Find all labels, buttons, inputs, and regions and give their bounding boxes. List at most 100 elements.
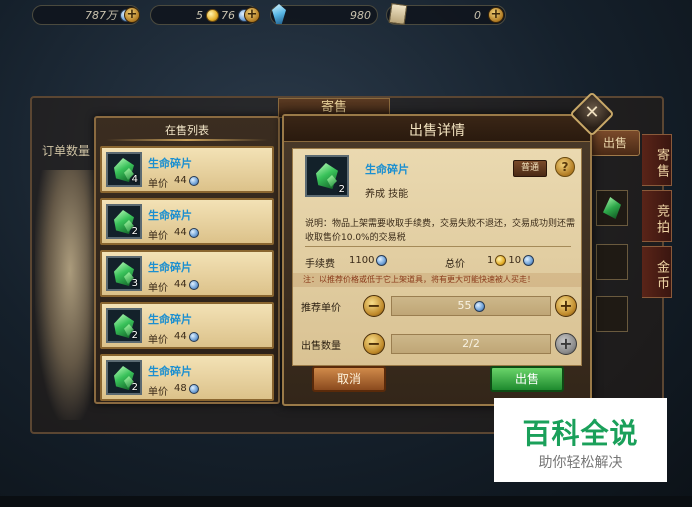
- silver-coin-icon: [188, 279, 199, 290]
- item-quantity: 3: [131, 278, 138, 289]
- fee-value: 1100: [349, 255, 388, 266]
- gem-amount: 980: [350, 8, 371, 22]
- tab-auction[interactable]: 竞拍: [642, 190, 672, 242]
- list-item[interactable]: 2 生命碎片 单价 44: [100, 198, 274, 245]
- total-silver-amount: 10: [508, 255, 522, 266]
- item-name: 生命碎片: [148, 209, 192, 222]
- unit-price-label: 单价: [148, 231, 168, 242]
- silver-coin-icon: [523, 255, 535, 266]
- item-name: 生命碎片: [148, 313, 192, 326]
- fee-label: 手续费: [305, 259, 335, 270]
- total-price-label: 总价: [445, 259, 465, 270]
- gold-counter: 5 76: [150, 5, 258, 25]
- unit-price-value: 44: [174, 175, 187, 186]
- watermark: 百科全说 助你轻松解决: [494, 398, 667, 482]
- life-shard-icon: 2: [106, 204, 142, 239]
- life-shard-icon: 4: [106, 152, 142, 187]
- silver-coin-icon: [188, 383, 199, 394]
- item-name: 生命碎片: [148, 157, 192, 170]
- list-item[interactable]: 4 生命碎片 单价 44: [100, 146, 274, 193]
- silver-coin-icon: [188, 175, 199, 186]
- item-tags: 养成 技能: [365, 189, 409, 200]
- life-shard-icon: 3: [106, 256, 142, 291]
- sell-quantity-label: 出售数量: [301, 341, 341, 352]
- item-quantity: 4: [131, 174, 138, 185]
- tab-gold[interactable]: 金币: [642, 246, 672, 298]
- add-gold-button[interactable]: +: [244, 7, 260, 23]
- item-quantity: 2: [131, 382, 138, 393]
- currency-bar: 787万 + 5 76 + 980 0 +: [0, 0, 692, 30]
- cancel-button[interactable]: 取消: [312, 366, 386, 392]
- add-scroll-button[interactable]: +: [488, 7, 504, 23]
- unit-price-value: 44: [174, 279, 187, 290]
- unit-price-value: 44: [174, 227, 187, 238]
- list-item[interactable]: 3 生命碎片 单价 44: [100, 250, 274, 297]
- consignment-sell-button[interactable]: 出售: [590, 130, 640, 156]
- silver-amount: 787万: [85, 9, 117, 22]
- watermark-subtitle: 助你轻松解决: [538, 455, 623, 471]
- tab-consign[interactable]: 寄售: [642, 134, 672, 186]
- gold-coin-icon: [495, 255, 507, 266]
- inventory-slot[interactable]: [596, 244, 628, 280]
- unit-price-label: 单价: [148, 179, 168, 190]
- gem-counter: 980: [270, 5, 378, 25]
- item-quantity: 2: [131, 330, 138, 341]
- watermark-title: 百科全说: [522, 417, 639, 450]
- list-item[interactable]: 2 生命碎片 单价 44: [100, 302, 274, 349]
- unit-price: 44: [174, 331, 199, 342]
- close-icon[interactable]: ✕: [576, 98, 608, 130]
- inventory-slot[interactable]: [596, 190, 628, 226]
- life-shard-icon: [603, 197, 621, 219]
- silver-coin-icon: [188, 331, 199, 342]
- unit-price: 44: [174, 279, 199, 290]
- gold-coin-icon: [206, 8, 219, 22]
- silver-coin-icon: [473, 300, 485, 312]
- on-sale-list-panel: 在售列表 4 生命碎片 单价 44 2 生命碎片 单价 44 3 生命碎片 单价…: [94, 116, 280, 404]
- pricing-tip: 注：以推荐价格或低于它上架道具，将有更大可能快速被人买走！: [293, 273, 581, 287]
- add-silver-button[interactable]: +: [124, 7, 140, 23]
- inventory-slot[interactable]: [596, 296, 628, 332]
- sale-detail-dialog: 出售详情 2 生命碎片 养成 技能 普通 ? 说明：物品上架需要收取手续费，交易…: [282, 114, 592, 406]
- help-icon[interactable]: ?: [555, 157, 575, 177]
- increase-price-button[interactable]: +: [555, 295, 577, 317]
- sale-description: 说明：物品上架需要收取手续费，交易失败不退还，交易成功则还需收取售价10.0%的…: [305, 219, 576, 243]
- increase-quantity-button[interactable]: +: [555, 333, 577, 355]
- unit-price-value: 55: [457, 299, 472, 312]
- on-sale-list-title: 在售列表: [165, 124, 209, 137]
- confirm-sell-button[interactable]: 出售: [490, 366, 564, 392]
- order-quantity-label: 订单数量: [42, 144, 91, 158]
- life-shard-icon: 2: [106, 360, 142, 395]
- item-name: 生命碎片: [148, 261, 192, 274]
- recommended-price-label: 推荐单价: [301, 303, 341, 314]
- total-price-value: 1 10: [487, 255, 535, 266]
- sell-quantity-field[interactable]: 2/2: [391, 334, 551, 354]
- title-divider: [106, 139, 268, 141]
- scroll-amount: 0: [474, 8, 481, 22]
- unit-price-value: 48: [174, 383, 187, 394]
- quality-badge: 普通: [513, 160, 547, 177]
- gold-extra-amount: 76: [221, 8, 235, 22]
- list-item[interactable]: 2 生命碎片 单价 48: [100, 354, 274, 401]
- dialog-header: 出售详情: [284, 116, 590, 142]
- unit-price-field[interactable]: 55: [391, 296, 551, 316]
- unit-price: 44: [174, 175, 199, 186]
- unit-price-value: 44: [174, 331, 187, 342]
- unit-price-label: 单价: [148, 283, 168, 294]
- bottom-strip: [0, 496, 692, 507]
- divider: [305, 246, 571, 247]
- silver-coin-icon: [188, 227, 199, 238]
- decrease-quantity-button[interactable]: −: [363, 333, 385, 355]
- gold-amount: 5: [196, 8, 203, 22]
- item-name: 生命碎片: [148, 365, 192, 378]
- unit-price-label: 单价: [148, 335, 168, 346]
- decrease-price-button[interactable]: −: [363, 295, 385, 317]
- total-gold-amount: 1: [487, 255, 494, 266]
- fee-amount: 1100: [349, 255, 375, 266]
- item-quantity: 2: [131, 226, 138, 237]
- item-name: 生命碎片: [365, 163, 409, 176]
- unit-price: 44: [174, 227, 199, 238]
- silver-coin-icon: [376, 255, 388, 266]
- dialog-body: 2 生命碎片 养成 技能 普通 ? 说明：物品上架需要收取手续费，交易失败不退还…: [292, 148, 582, 366]
- unit-price-label: 单价: [148, 387, 168, 398]
- dialog-title: 出售详情: [409, 123, 465, 139]
